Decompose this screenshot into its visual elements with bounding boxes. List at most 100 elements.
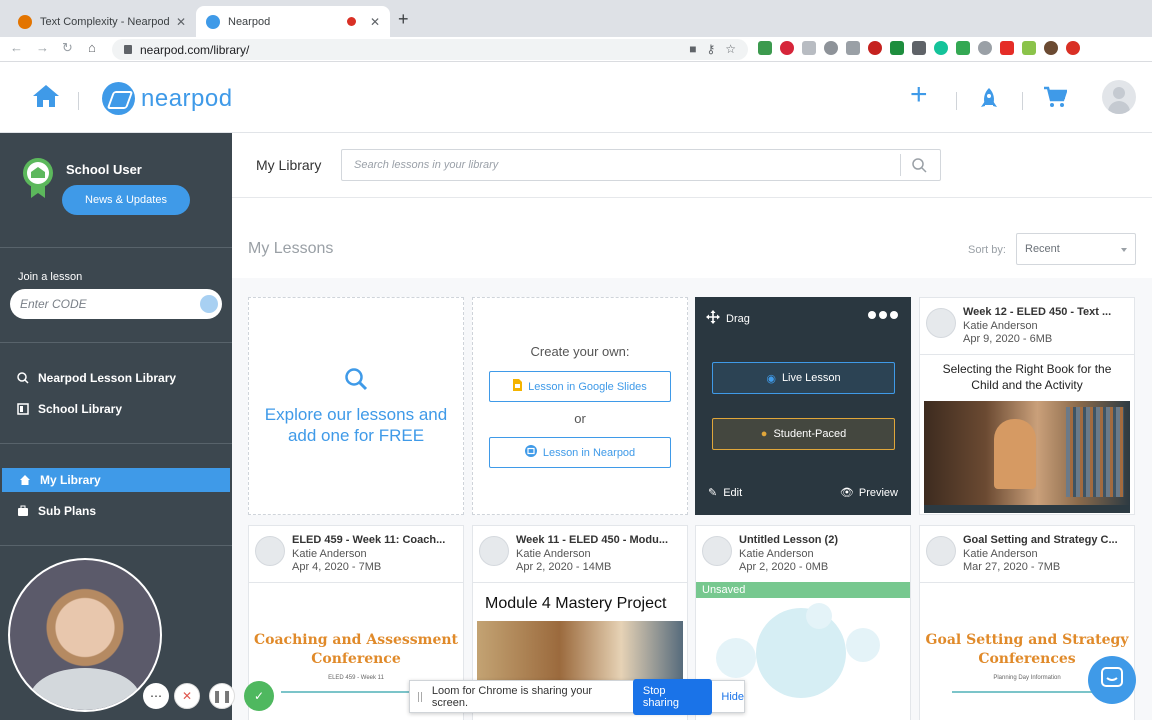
forward-icon[interactable]: → (36, 40, 49, 55)
slide-title: Selecting the Right Book for the Child a… (942, 362, 1112, 392)
finish-recording-icon[interactable]: ✓ (244, 681, 274, 711)
drag-grip-icon[interactable] (418, 691, 422, 702)
lesson-meta: Apr 4, 2020 - 7MB (292, 561, 382, 573)
address-bar[interactable]: nearpod.com/library/ ■ ⚷ ☆ (112, 39, 748, 60)
extensions-bar (758, 41, 1080, 55)
lesson-meta: Mar 27, 2020 - 7MB (963, 561, 1061, 573)
home-browser-icon[interactable]: ⌂ (88, 40, 96, 55)
extension-icon[interactable] (890, 41, 904, 55)
sidebar-item-lesson-library[interactable]: Nearpod Lesson Library (0, 366, 232, 390)
divider (956, 92, 957, 110)
doc-extension-icon[interactable] (802, 41, 816, 55)
student-paced-button[interactable]: ● Student-Paced (712, 418, 895, 450)
edit-button[interactable]: ✎ Edit (708, 486, 743, 500)
home-icon (18, 473, 32, 487)
news-updates-button[interactable]: News & Updates (62, 185, 190, 215)
nearpod-logo-icon (102, 82, 135, 115)
sidebar-item-sub-plans[interactable]: Sub Plans (0, 499, 232, 523)
page-title: My Library (256, 157, 322, 173)
home-icon[interactable] (32, 84, 60, 113)
search-icon[interactable] (912, 158, 927, 178)
eye-icon: 👁 (839, 487, 854, 499)
nearpod-favicon-icon (206, 14, 220, 29)
lesson-google-slides-button[interactable]: Lesson in Google Slides (489, 371, 671, 402)
student-icon: ● (760, 428, 768, 440)
divider (952, 691, 1102, 693)
slide-title: Coaching and Assessment Conference (254, 632, 458, 667)
button-label: Edit (723, 486, 743, 499)
sidebar-item-label: My Library (40, 473, 101, 487)
lesson-author: Katie Anderson (516, 548, 591, 560)
pause-icon[interactable]: ❚❚ (209, 683, 235, 709)
browser-tab-nearpod[interactable]: Nearpod ✕ (196, 6, 390, 37)
close-tab-icon[interactable]: ✕ (176, 15, 186, 29)
lesson-title: Goal Setting and Strategy C... (963, 534, 1118, 546)
webcam-bubble[interactable] (8, 558, 162, 712)
share-message: Loom for Chrome is sharing your screen. (431, 684, 593, 709)
youtube-icon[interactable] (1000, 41, 1014, 55)
slide-title: Module 4 Mastery Project (485, 595, 667, 612)
grammarly-icon[interactable] (934, 41, 948, 55)
pinterest-icon[interactable] (780, 41, 794, 55)
close-tab-icon[interactable]: ✕ (370, 15, 380, 29)
extension-icon[interactable] (912, 41, 926, 55)
star-icon[interactable]: ☆ (725, 42, 736, 56)
lesson-code-input[interactable] (10, 289, 222, 319)
explore-text: Explore our lessons and add one for FREE (264, 404, 448, 445)
extension-icon[interactable] (868, 41, 882, 55)
reload-icon[interactable]: ↻ (62, 40, 73, 56)
lesson-meta: Apr 2, 2020 - 0MB (739, 561, 829, 573)
lesson-author: Katie Anderson (292, 548, 367, 560)
hide-button[interactable]: Hide (721, 691, 744, 703)
sidebar-item-my-library[interactable]: My Library (2, 468, 230, 492)
chevron-down-icon (1121, 248, 1127, 252)
key-icon[interactable]: ⚷ (706, 42, 715, 56)
extension-icon[interactable] (846, 41, 860, 55)
live-lesson-button[interactable]: ◉ Live Lesson (712, 362, 895, 394)
sort-dropdown[interactable]: Recent (1016, 233, 1136, 265)
user-avatar[interactable] (1102, 80, 1136, 114)
extension-icon[interactable] (1066, 41, 1080, 55)
divider (0, 342, 232, 343)
lesson-card-hover[interactable]: Drag ◉ Live Lesson ● Student-Paced ✎ Edi… (695, 297, 911, 515)
extension-icon[interactable] (758, 41, 772, 55)
create-plus-icon[interactable]: + (910, 80, 928, 110)
sidebar-item-school-library[interactable]: School Library (0, 397, 232, 421)
main-content: My Library My Lessons Sort by: Recent Ex… (232, 133, 1152, 720)
search-input[interactable] (342, 150, 900, 180)
google-slides-icon (513, 379, 523, 394)
lesson-card[interactable]: Week 12 - ELED 450 - Text ... Katie Ande… (919, 297, 1135, 515)
camera-icon[interactable]: ■ (689, 42, 696, 56)
library-photo (924, 401, 1130, 505)
rocket-icon[interactable] (980, 87, 998, 116)
preview-button[interactable]: 👁 Preview (839, 486, 898, 500)
browser-tab-text-complexity[interactable]: Text Complexity - Nearpod and ✕ (8, 6, 196, 37)
lesson-in-nearpod-button[interactable]: Lesson in Nearpod (489, 437, 671, 468)
profile-avatar-icon[interactable] (1044, 41, 1058, 55)
extension-icon[interactable] (956, 41, 970, 55)
lock-icon (124, 45, 132, 54)
chat-support-button[interactable] (1088, 656, 1136, 704)
explore-lessons-card[interactable]: Explore our lessons and add one for FREE (248, 297, 464, 515)
cart-icon[interactable] (1043, 86, 1068, 113)
new-tab-icon[interactable]: + (398, 9, 409, 30)
screen-share-notice: Loom for Chrome is sharing your screen. … (409, 678, 745, 715)
more-options-icon[interactable] (868, 311, 898, 319)
drag-handle[interactable]: Drag (706, 310, 750, 327)
skype-icon[interactable] (824, 41, 838, 55)
nearpod-logo[interactable]: nearpod (102, 82, 233, 115)
divider (0, 545, 232, 546)
lesson-title: Untitled Lesson (2) (739, 534, 839, 546)
join-arrow-icon[interactable] (200, 295, 218, 313)
avatar (255, 536, 285, 566)
more-options-icon[interactable]: ⋯ (143, 683, 169, 709)
extension-icon[interactable] (1022, 41, 1036, 55)
back-icon[interactable]: ← (10, 40, 23, 55)
stop-sharing-button[interactable]: Stop sharing (632, 678, 713, 715)
divider (0, 247, 232, 248)
cancel-recording-icon[interactable]: ✕ (174, 683, 200, 709)
extension-icon[interactable] (978, 41, 992, 55)
lesson-author: Katie Anderson (963, 320, 1038, 332)
slide-title: Goal Setting and Strategy Conferences (925, 632, 1129, 667)
search-icon (344, 367, 368, 396)
